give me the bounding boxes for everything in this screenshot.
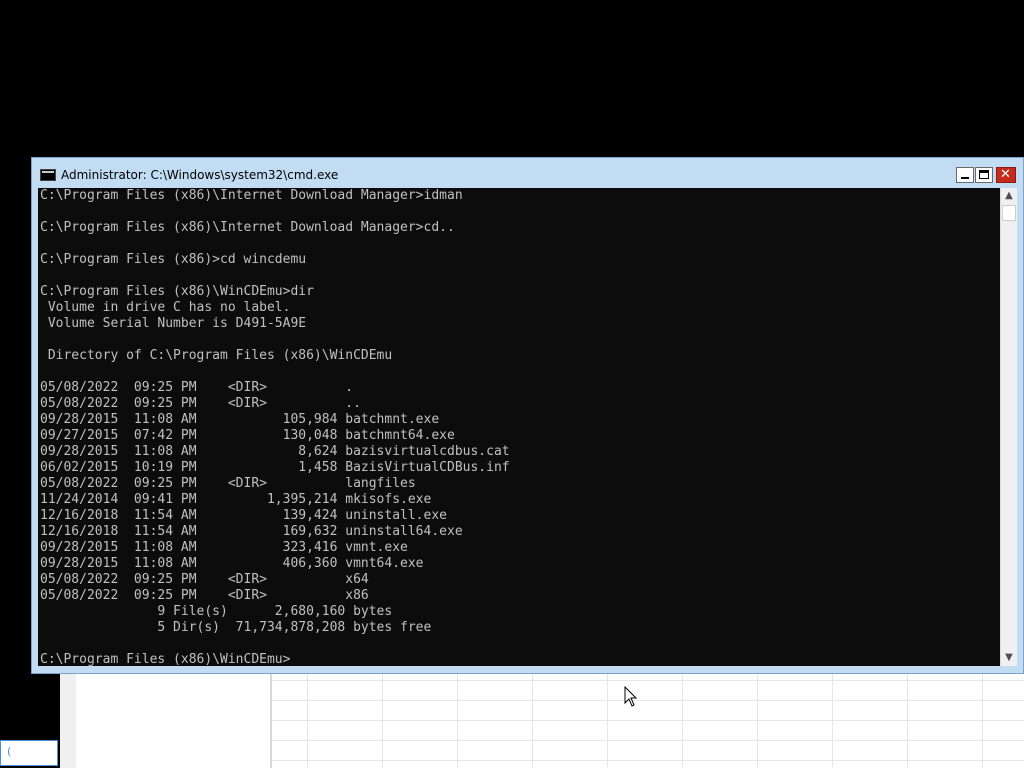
console-line: 09/28/2015 11:08 AM 8,624 bazisvirtualcd… [40,444,510,459]
console-line: 05/08/2022 09:25 PM <DIR> x64 [40,572,369,587]
console-line: 09/28/2015 11:08 AM 105,984 batchmnt.exe [40,412,440,427]
console-line: 05/08/2022 09:25 PM <DIR> .. [40,396,361,411]
console-line: 09/28/2015 11:08 AM 406,360 vmnt64.exe [40,556,424,571]
scroll-thumb[interactable] [1002,205,1016,221]
chevron-up-icon: ▲ [1005,190,1013,201]
console-line: C:\Program Files (x86)\Internet Download… [40,220,455,235]
console-line: C:\Program Files (x86)\Internet Download… [40,188,463,203]
console-line: 12/16/2018 11:54 AM 139,424 uninstall.ex… [40,508,447,523]
title-bar[interactable]: Administrator: C:\Windows\system32\cmd.e… [32,158,1023,188]
scroll-up-button[interactable]: ▲ [1001,188,1017,204]
console-line: Directory of C:\Program Files (x86)\WinC… [40,348,393,363]
vertical-scrollbar[interactable]: ▲ ▼ [1000,188,1017,666]
window-title: Administrator: C:\Windows\system32\cmd.e… [61,168,339,182]
background-taskbar-fragment[interactable]: ( [0,740,58,766]
chevron-down-icon: ▼ [1005,652,1013,663]
background-spreadsheet-grid[interactable] [272,672,1024,768]
console-line: 09/27/2015 07:42 PM 130,048 batchmnt64.e… [40,428,455,443]
console-line: C:\Program Files (x86)\WinCDEmu> [40,652,291,666]
maximize-button[interactable] [975,167,993,183]
close-button[interactable]: ✕ [996,167,1016,183]
maximize-icon [979,170,989,179]
close-icon: ✕ [1000,167,1011,182]
background-tree-pane[interactable] [76,672,272,768]
mouse-pointer-icon [624,686,638,707]
console-line: 05/08/2022 09:25 PM <DIR> x86 [40,588,369,603]
console-line: Volume Serial Number is D491-5A9E [40,316,307,331]
console-text: C:\Program Files (x86)\Internet Download… [38,188,1000,666]
minimize-button[interactable] [956,167,974,183]
console-output[interactable]: C:\Program Files (x86)\Internet Download… [38,188,1000,666]
scroll-down-button[interactable]: ▼ [1001,650,1017,666]
minimize-icon [961,177,969,179]
console-line: 12/16/2018 11:54 AM 169,632 uninstall64.… [40,524,463,539]
console-line: Volume in drive C has no label. [40,300,291,315]
console-line: 06/02/2015 10:19 PM 1,458 BazisVirtualCD… [40,460,510,475]
console-line: 11/24/2014 09:41 PM 1,395,214 mkisofs.ex… [40,492,432,507]
background-app: ( [0,672,1024,768]
background-left-panel [60,672,76,768]
console-app-icon[interactable] [40,169,56,181]
console-line: 9 File(s) 2,680,160 bytes [40,604,393,619]
console-line: 05/08/2022 09:25 PM <DIR> langfiles [40,476,416,491]
cmd-window[interactable]: Administrator: C:\Windows\system32\cmd.e… [31,157,1024,674]
console-line: 5 Dir(s) 71,734,878,208 bytes free [40,620,432,635]
console-line: 05/08/2022 09:25 PM <DIR> . [40,380,354,395]
background-taskbar-fragment-text: ( [7,745,12,758]
console-line: 09/28/2015 11:08 AM 323,416 vmnt.exe [40,540,408,555]
console-line: C:\Program Files (x86)\WinCDEmu>dir [40,284,314,299]
console-line: C:\Program Files (x86)>cd wincdemu [40,252,307,267]
